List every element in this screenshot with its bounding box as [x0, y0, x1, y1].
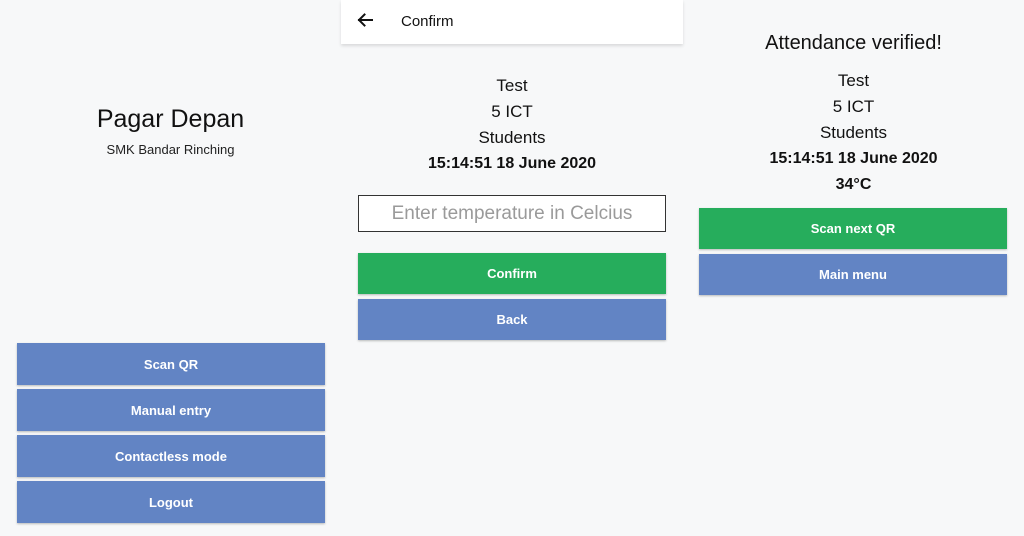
student-class: 5 ICT: [491, 102, 533, 121]
student-category: Students: [478, 128, 546, 147]
confirm-button[interactable]: Confirm: [358, 253, 666, 294]
main-menu-button[interactable]: Main menu: [699, 254, 1007, 295]
contactless-mode-button[interactable]: Contactless mode: [17, 435, 325, 477]
scan-next-qr-button[interactable]: Scan next QR: [699, 208, 1007, 249]
logout-button[interactable]: Logout: [17, 481, 325, 523]
scan-qr-button[interactable]: Scan QR: [17, 343, 325, 385]
student-name: Test: [496, 76, 528, 95]
student-category: Students: [819, 123, 888, 142]
app-bar-title: Confirm: [401, 13, 454, 30]
student-name: Test: [837, 71, 870, 90]
manual-entry-button[interactable]: Manual entry: [17, 389, 325, 431]
scan-datetime: 15:14:51 18 June 2020: [427, 155, 597, 172]
temperature-input[interactable]: [358, 195, 666, 232]
student-class: 5 ICT: [832, 97, 875, 116]
temperature-value: 34°C: [835, 176, 872, 193]
page-title: Pagar Depan: [96, 105, 245, 133]
home-screen: Pagar Depan SMK Bandar Rinching Scan QR …: [0, 0, 341, 536]
back-arrow-icon[interactable]: [355, 10, 375, 30]
app-bar: Confirm: [341, 0, 683, 44]
back-button[interactable]: Back: [358, 299, 666, 340]
scan-datetime: 15:14:51 18 June 2020: [769, 150, 938, 167]
school-name: SMK Bandar Rinching: [106, 142, 235, 157]
confirm-screen: Confirm Test 5 ICT Students 15:14:51 18 …: [341, 0, 683, 536]
verified-title: Attendance verified!: [765, 32, 942, 54]
verified-screen: Attendance verified! Test 5 ICT Students…: [683, 0, 1024, 536]
